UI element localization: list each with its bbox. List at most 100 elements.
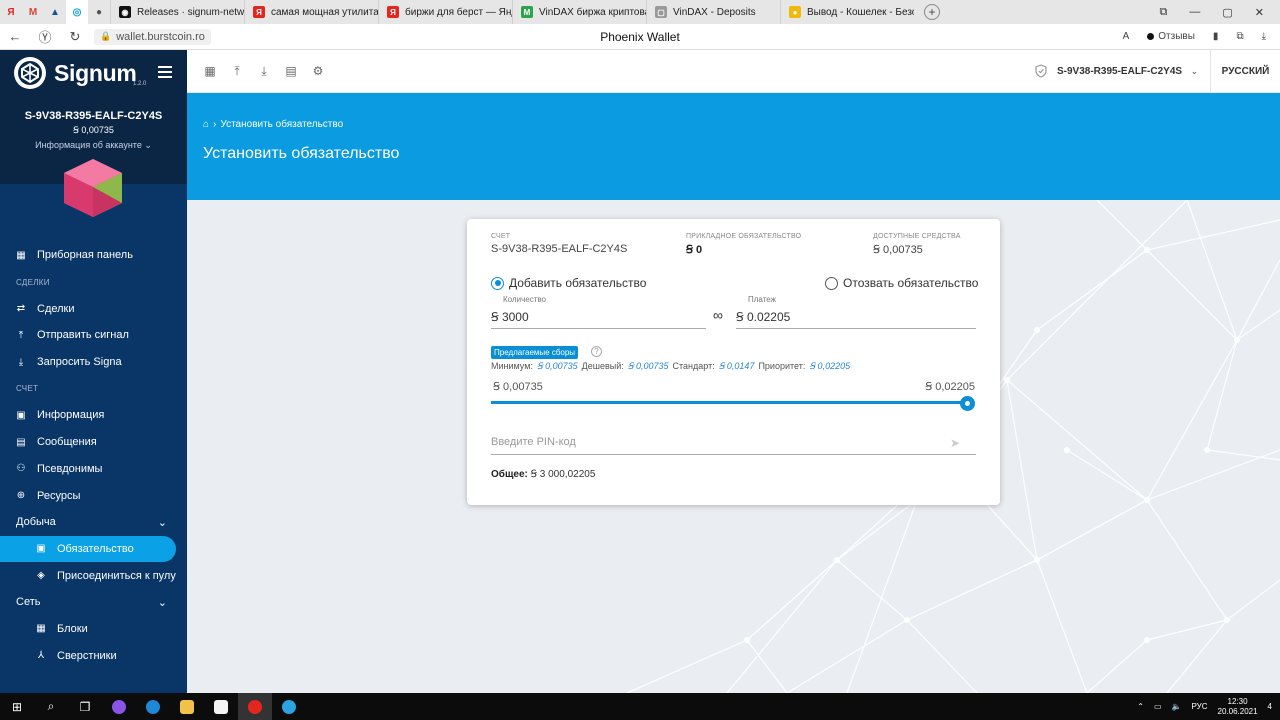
store-icon[interactable] [204, 693, 238, 720]
sidebar-item-label: Блоки [57, 622, 88, 635]
yandex-browser-icon[interactable] [238, 693, 272, 720]
fee-cheap-link[interactable]: Ꞩ 0,00735 [628, 361, 669, 372]
fee-field[interactable]: Платеж Ꞩ 0.02205 [736, 295, 976, 329]
explorer-icon[interactable] [170, 693, 204, 720]
sidebar-item-deals[interactable]: ⇄ Сделки [0, 295, 187, 322]
suggested-fees-row: Минимум: Ꞩ 0,00735 Дешевый: Ꞩ 0,00735 Ст… [491, 361, 850, 372]
send-icon[interactable]: ➤ [950, 436, 960, 450]
reload-icon[interactable]: ↻ [60, 29, 90, 45]
tab-vindax-deposits[interactable]: ▢ VinDAX - Deposits [646, 0, 780, 24]
edge-icon[interactable] [136, 693, 170, 720]
sidebar-item-aliases[interactable]: ⚇ Псевдонимы [0, 456, 187, 483]
receive-icon[interactable]: ⤓ [257, 64, 271, 78]
menu-toggle-icon[interactable] [158, 66, 172, 81]
alice-icon[interactable] [102, 693, 136, 720]
fee-range-min: Ꞩ 0,00735 [493, 381, 543, 393]
collections-icon[interactable]: ⧉ [1236, 31, 1243, 42]
pinned-tab-yandex[interactable]: Я [0, 0, 22, 24]
sidebar-item-join-pool[interactable]: ◈ Присоединиться к пулу [0, 562, 187, 589]
sidebar-item-dashboard[interactable]: ▦ Приборная панель [0, 242, 187, 269]
windows-start-icon[interactable]: ⊞ [0, 693, 34, 720]
sidebar-item-blocks[interactable]: ▦ Блоки [0, 616, 187, 643]
pin-field[interactable]: ➤ [491, 434, 976, 455]
sidebar-item-label: Обязательство [57, 542, 134, 555]
dashboard-icon: ▦ [16, 249, 26, 261]
people-icon: ⚇ [16, 463, 26, 475]
send-icon[interactable]: ⤒ [230, 64, 244, 78]
language-selector[interactable]: РУССКИЙ [1210, 50, 1280, 93]
available-field-value: Ꞩ 0,00735 [873, 244, 923, 256]
sidebar-section-deals: СДЕЛКИ [16, 277, 50, 287]
pinned-tab-bank[interactable]: ▲ [44, 0, 66, 24]
fee-slider-handle[interactable] [960, 396, 975, 411]
dashboard-icon[interactable]: ▦ [203, 64, 217, 78]
amount-label: Количество [503, 295, 546, 304]
new-tab-button[interactable]: + [924, 4, 940, 20]
add-commitment-radio[interactable]: Добавить обязательство [491, 276, 646, 290]
search-icon[interactable]: ⌕ [34, 693, 68, 720]
infinity-icon[interactable]: ∞ [713, 307, 723, 323]
home-icon[interactable]: ⌂ [203, 119, 209, 130]
fee-min-link[interactable]: Ꞩ 0,00735 [537, 361, 578, 372]
gear-icon[interactable]: ⚙ [311, 64, 325, 78]
close-icon[interactable]: ✕ [1255, 6, 1264, 19]
account-field-label: СЧЕТ [491, 233, 511, 240]
yandex-home-icon[interactable]: Ⓨ [30, 27, 60, 46]
account-avatar [64, 159, 122, 217]
maximize-icon[interactable]: ▢ [1222, 6, 1232, 19]
reviews-button[interactable]: Отзывы [1147, 31, 1195, 42]
pinned-tab-github[interactable]: ● [88, 0, 110, 24]
message-icon[interactable]: ▤ [284, 64, 298, 78]
sidebar-item-assets[interactable]: ⊕ Ресурсы [0, 482, 187, 509]
revoke-commitment-radio[interactable]: Отозвать обязательство [825, 276, 978, 290]
account-info-toggle[interactable]: Информация об аккаунте ⌄ [0, 140, 187, 151]
minimize-icon[interactable]: — [1189, 6, 1200, 19]
sidebar-group-mining[interactable]: Добыча ⌄ [0, 509, 187, 536]
tab-utility[interactable]: Я самая мощная утилита для [244, 0, 378, 24]
help-icon[interactable]: ? [591, 346, 602, 357]
translate-icon[interactable]: A [1123, 31, 1130, 42]
sidebar-item-send[interactable]: ⤒ Отправить сигнал [0, 322, 187, 349]
restore-tabs-icon[interactable]: ⧉ [1160, 6, 1168, 19]
sidebar-item-label: Информация [37, 409, 105, 422]
sidebar-item-peers[interactable]: ⅄ Сверстники [0, 642, 187, 669]
account-selector[interactable]: S-9V38-R395-EALF-C2Y4S ⌄ [1035, 64, 1198, 78]
back-icon[interactable]: ← [0, 29, 30, 44]
tab-label: Releases · signum-network [137, 6, 244, 18]
sidebar-item-messages[interactable]: ▤ Сообщения [0, 429, 187, 456]
sidebar-header: Signum 1.2.0 S-9V38-R395-EALF-C2Y4S Ꞩ 0,… [0, 50, 187, 217]
version-label: 1.2.0 [133, 81, 147, 87]
url-field[interactable]: 🔒 wallet.burstcoin.ro [94, 28, 211, 45]
volume-icon[interactable]: 🔈 [1172, 702, 1182, 711]
sidebar-group-network[interactable]: Сеть ⌄ [0, 589, 187, 616]
tab-exchanges[interactable]: Я биржи для берст — Яндекс [378, 0, 512, 24]
page-icon: ▢ [655, 6, 667, 18]
tab-releases[interactable]: ◉ Releases · signum-network [110, 0, 244, 24]
clock[interactable]: 12:30 20.06.2021 [1218, 697, 1258, 717]
fee-priority-link[interactable]: Ꞩ 0,02205 [809, 361, 850, 372]
signum-logo-icon [14, 57, 46, 89]
fee-slider-track[interactable] [491, 401, 969, 404]
bookmark-icon[interactable]: ▮ [1213, 31, 1219, 42]
fee-standard-link[interactable]: Ꞩ 0,0147 [719, 361, 755, 372]
task-view-icon[interactable]: ❐ [68, 693, 102, 720]
sidebar-item-info[interactable]: ▣ Информация [0, 402, 187, 429]
sidebar-item-commitment[interactable]: ▣ Обязательство [0, 535, 176, 563]
network-tray-icon[interactable]: ▭ [1154, 702, 1162, 711]
pinned-tab-wallet[interactable]: ◎ [66, 0, 88, 24]
pinned-tab-gmail[interactable]: M [22, 0, 44, 24]
tab-withdraw[interactable]: ● Вывод - Кошелек - Безопа [780, 0, 914, 24]
pin-input[interactable] [491, 434, 931, 448]
sidebar-item-request[interactable]: ⤓ Запросить Signa [0, 349, 187, 376]
tray-arrow-icon[interactable]: ⌃ [1137, 702, 1144, 711]
telegram-icon[interactable] [272, 693, 306, 720]
account-field-value: S-9V38-R395-EALF-C2Y4S [491, 243, 628, 255]
amount-field[interactable]: Количество Ꞩ 3000 [491, 295, 706, 329]
sidebar-section-account: СЧЕТ [16, 384, 39, 394]
tab-vindax[interactable]: M VinDAX биржа криптовалют [512, 0, 646, 24]
keyboard-language[interactable]: РУС [1191, 702, 1207, 711]
downloads-icon[interactable]: ⤓ [1262, 31, 1266, 42]
notification-icon[interactable]: 4 [1268, 702, 1272, 711]
coin-icon: ⊕ [16, 490, 26, 502]
logo[interactable]: Signum [13, 56, 137, 90]
